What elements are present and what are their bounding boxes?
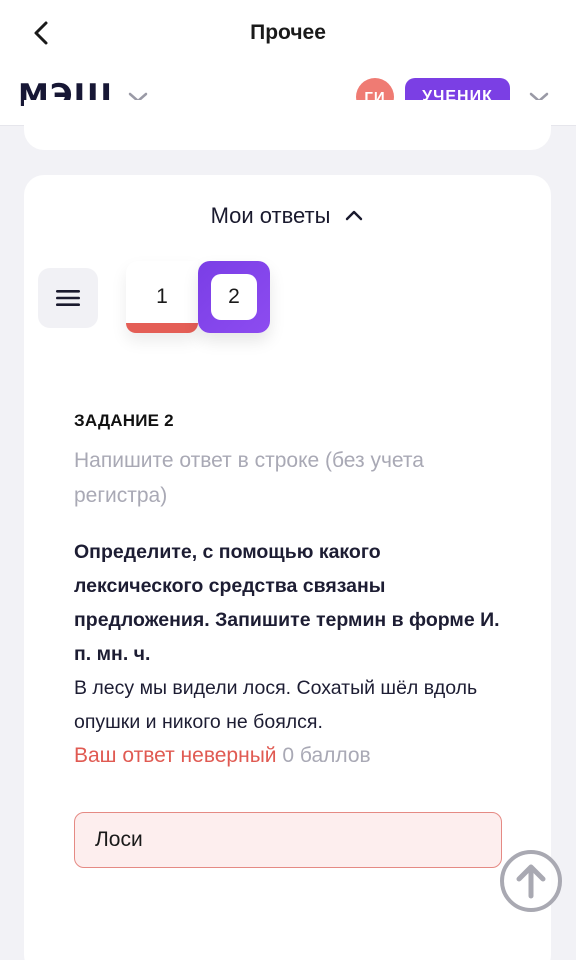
answer-field: Лоси: [74, 812, 502, 868]
task-hint: Напишите ответ в строке (без учета регис…: [74, 449, 424, 507]
question-list-menu-button[interactable]: [38, 268, 98, 328]
task-text: В лесу мы видели лося. Сохатый шёл вдоль…: [74, 677, 478, 733]
result-points: 0 баллов: [282, 744, 371, 767]
wrong-answer-indicator: [126, 323, 198, 333]
top-nav-bar: Прочее: [0, 0, 576, 70]
hamburger-menu-icon: [56, 290, 80, 306]
answers-card: Мои ответы 1 2 ЗАДАНИЕ 2 Напишите ответ …: [24, 175, 551, 960]
question-tab-2-selected[interactable]: 2: [198, 261, 270, 333]
result-status: Ваш ответ неверный: [74, 744, 277, 767]
my-answers-toggle[interactable]: Мои ответы: [24, 203, 551, 229]
task-question: Определите, с помощью какого лексическог…: [74, 541, 500, 665]
question-tab-1[interactable]: 1: [126, 261, 198, 333]
task-block: ЗАДАНИЕ 2 Напишите ответ в строке (без у…: [74, 411, 514, 773]
task-title: ЗАДАНИЕ 2: [74, 411, 174, 430]
chevron-up-icon: [346, 210, 363, 221]
scroll-to-top-button[interactable]: [500, 850, 562, 912]
question-tab-number: 1: [156, 285, 168, 308]
result-line: Ваш ответ неверный 0 баллов: [74, 739, 514, 773]
question-tab-number: 2: [211, 274, 257, 320]
previous-card: [24, 100, 551, 150]
page-title: Прочее: [250, 21, 326, 44]
my-answers-label: Мои ответы: [210, 203, 331, 228]
arrow-up-icon: [516, 864, 546, 899]
